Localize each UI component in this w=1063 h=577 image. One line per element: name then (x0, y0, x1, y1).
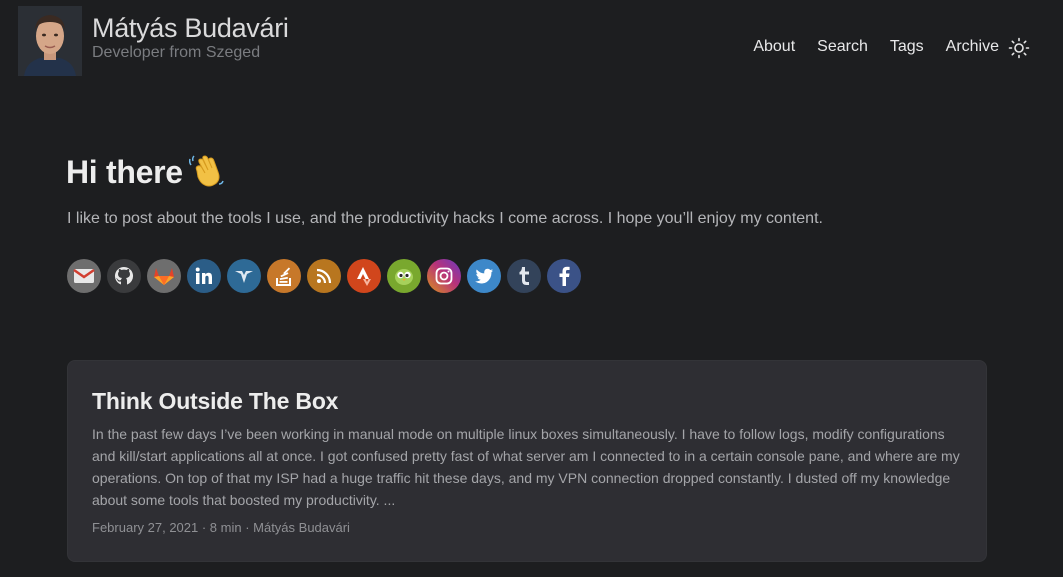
instagram-icon[interactable] (427, 259, 461, 293)
tumblr-icon[interactable] (507, 259, 541, 293)
facebook-icon[interactable] (547, 259, 581, 293)
goodreads-icon[interactable] (227, 259, 261, 293)
stackoverflow-icon[interactable] (267, 259, 301, 293)
site-subtitle: Developer from Szeged (92, 44, 261, 61)
twitter-icon[interactable] (467, 259, 501, 293)
rss-icon[interactable] (307, 259, 341, 293)
gmail-icon[interactable] (67, 259, 101, 293)
post-summary: In the past few days I’ve been working i… (92, 426, 960, 508)
nav-tags[interactable]: Tags (890, 38, 924, 56)
nav-about[interactable]: About (753, 38, 795, 56)
strava-icon[interactable] (347, 259, 381, 293)
main-nav: About Search Tags Archive (731, 38, 999, 56)
linkedin-icon[interactable] (187, 259, 221, 293)
duolingo-icon[interactable] (387, 259, 421, 293)
nav-archive[interactable]: Archive (946, 38, 999, 56)
post-card[interactable]: Think Outside The Box In the past few da… (67, 360, 987, 562)
hero-intro: I like to post about the tools I use, an… (67, 210, 823, 227)
sun-icon[interactable] (1008, 37, 1030, 59)
gitlab-icon[interactable] (147, 259, 181, 293)
avatar[interactable] (18, 6, 82, 76)
waving-hand-icon (188, 153, 225, 189)
post-meta: February 27, 2021 · 8 min · Mátyás Budav… (92, 520, 350, 535)
nav-search[interactable]: Search (817, 38, 868, 56)
github-icon[interactable] (107, 259, 141, 293)
post-title[interactable]: Think Outside The Box (92, 388, 338, 415)
social-icons (67, 259, 581, 293)
site-header: Mátyás Budavári Developer from Szeged Ab… (0, 0, 1063, 90)
hero-title: Hi there (66, 153, 225, 191)
hero-title-text: Hi there (66, 154, 183, 190)
site-title[interactable]: Mátyás Budavári (92, 13, 289, 44)
